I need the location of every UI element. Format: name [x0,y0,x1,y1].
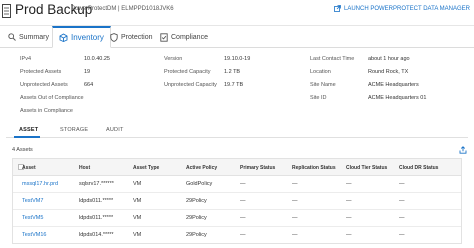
column-header-asset[interactable]: Asset [22,165,36,171]
table-cell-cloud-tier-status: — [346,232,352,238]
summary-key: Version [164,56,183,62]
summary-key: Unprotected Assets [20,82,68,88]
shield-icon [110,32,118,42]
summary-key: Assets Out of Compliance [20,95,84,101]
external-link-icon [334,5,341,12]
page-subtitle: PowerProtectDM | ELMPPD1018JVK6 [71,6,174,12]
table-cell-asset-type: VM [133,181,142,187]
asset-link[interactable]: TestVM7 [22,198,43,204]
summary-value: 19.7 TB [224,82,244,88]
active-subtab-indicator [14,136,40,138]
summary-key: IPv4 [20,56,32,62]
subtab-audit[interactable]: AUDIT [106,127,124,133]
summary-key: Site Name [310,82,336,88]
table-cell-primary-status: — [240,198,246,204]
table-cell-primary-status: — [240,215,246,221]
subtab-asset[interactable]: ASSET [19,127,38,133]
table-cell-host: sqlsrv17.****** [79,181,114,187]
table-cell-host: ldpds011.***** [79,198,114,204]
summary-key: Protected Capacity [164,69,211,75]
table-cell-primary-status: — [240,232,246,238]
table-cell-cloud-tier-status: — [346,181,352,187]
table-cell-asset-type: VM [133,232,142,238]
column-header-asset-type[interactable]: Asset Type [133,165,159,171]
table-cell-replication-status: — [292,215,298,221]
summary-key: Site ID [310,95,327,101]
table-cell-active-policy: 29Policy [186,198,207,204]
tab-summary[interactable]: Summary [8,26,49,48]
asset-link[interactable]: TestVM16 [22,232,46,238]
table-cell-replication-status: — [292,232,298,238]
inventory-subtabs: ASSET STORAGE AUDIT [6,124,468,138]
server-icon [2,4,11,18]
tab-label: Protection [121,33,153,41]
table-cell-primary-status: — [240,181,246,187]
table-row[interactable]: TestVM16 ldpds014.***** VM 29Policy — — … [13,227,461,244]
table-row[interactable]: TestVM5 ldpds011.***** VM 29Policy — — —… [13,210,461,227]
tab-compliance[interactable]: Compliance [160,26,208,48]
magnifier-icon [8,33,16,41]
summary-key: Protected Assets [20,69,62,75]
table-cell-cloud-dr-status: — [399,198,405,204]
tab-label: Compliance [171,33,208,41]
page-header: Prod Backup PowerProtectDM | ELMPPD1018J… [0,0,474,26]
tab-label: Summary [19,33,49,41]
summary-value: about 1 hour ago [368,56,410,62]
table-cell-active-policy: 29Policy [186,215,207,221]
table-cell-cloud-dr-status: — [399,181,405,187]
table-cell-replication-status: — [292,198,298,204]
table-cell-asset-type: VM [133,215,142,221]
asset-count: 4 Assets [12,147,33,153]
tab-protection[interactable]: Protection [110,26,153,48]
table-cell-cloud-tier-status: — [346,198,352,204]
main-tabs: Summary Inventory Protection Compliance [0,26,474,48]
tab-inventory[interactable]: Inventory [52,26,111,48]
summary-panel: IPv4 10.0.40.25 Protected Assets 19 Unpr… [0,52,474,118]
subtab-storage[interactable]: STORAGE [60,127,88,133]
table-cell-host: ldpds011.***** [79,215,114,221]
table-cell-cloud-dr-status: — [399,232,405,238]
summary-key: Unprotected Capacity [164,82,217,88]
summary-key: Location [310,69,331,75]
export-icon[interactable] [459,146,467,154]
summary-value: 1.2 TB [224,69,241,75]
table-cell-asset-type: VM [133,198,142,204]
column-header-cloud-tier-status[interactable]: Cloud Tier Status [346,165,387,171]
launch-data-manager-link[interactable]: LAUNCH POWERPROTECT DATA MANAGER [334,5,470,12]
asset-table: Asset Host Asset Type Active Policy Prim… [12,158,462,244]
table-header: Asset Host Asset Type Active Policy Prim… [13,159,461,176]
asset-link[interactable]: mssql17.hr.prd [22,181,58,187]
table-cell-host: ldpds014.***** [79,232,114,238]
summary-value: ACME Headquarters [368,82,419,88]
column-header-primary-status[interactable]: Primary Status [240,165,275,171]
summary-value: 664 [84,82,94,88]
column-header-replication-status[interactable]: Replication Status [292,165,336,171]
launch-label: LAUNCH POWERPROTECT DATA MANAGER [343,5,470,12]
column-header-cloud-dr-status[interactable]: Cloud DR Status [399,165,438,171]
table-cell-cloud-dr-status: — [399,215,405,221]
table-cell-active-policy: 29Policy [186,232,207,238]
summary-value: ACME Headquarters 01 [368,95,427,101]
column-header-host[interactable]: Host [79,165,90,171]
summary-value: 19.10.0-19 [224,56,251,62]
table-row[interactable]: TestVM7 ldpds011.***** VM 29Policy — — —… [13,193,461,210]
table-cell-replication-status: — [292,181,298,187]
summary-value: 19 [84,69,91,75]
summary-value: 10.0.40.25 [84,56,110,62]
summary-key: Last Contact Time [310,56,355,62]
tab-label: Inventory [71,33,104,42]
table-cell-cloud-tier-status: — [346,215,352,221]
asset-link[interactable]: TestVM5 [22,215,43,221]
inventory-icon [59,33,68,42]
compliance-icon [160,32,168,42]
table-cell-active-policy: GoldPolicy [186,181,213,187]
summary-key: Assets in Compliance [20,108,73,114]
column-header-active-policy[interactable]: Active Policy [186,165,217,171]
table-row[interactable]: mssql17.hr.prd sqlsrv17.****** VM GoldPo… [13,176,461,193]
summary-value: Round Rock, TX [368,69,409,75]
